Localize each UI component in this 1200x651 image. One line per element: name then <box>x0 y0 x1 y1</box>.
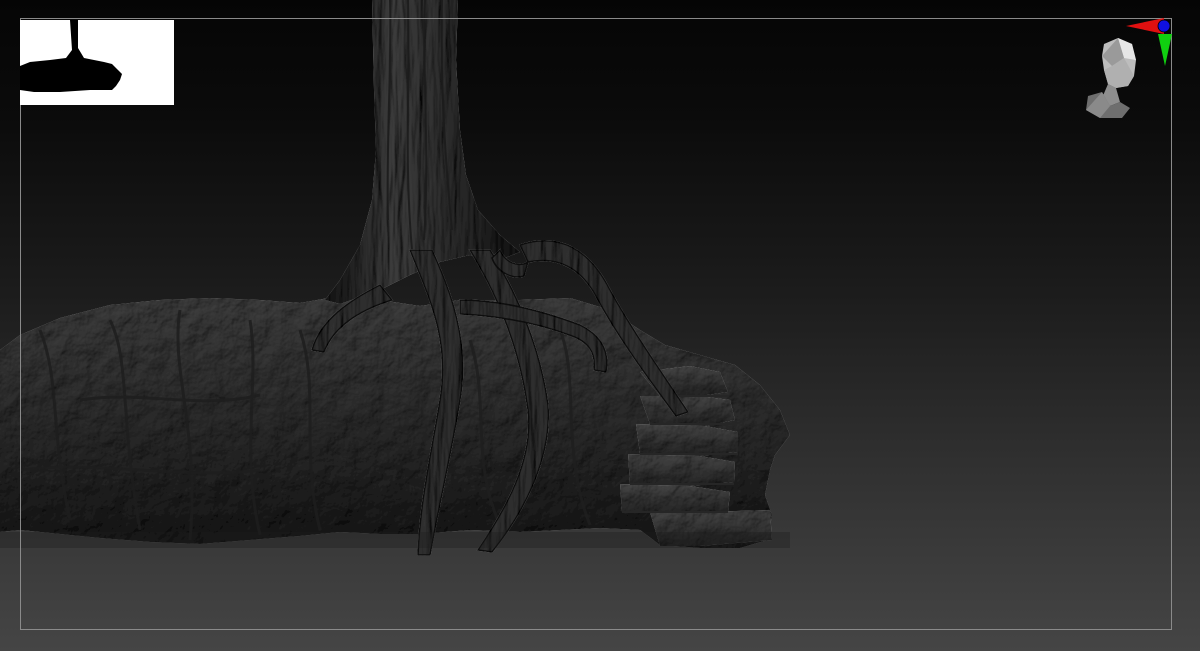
z-axis-dot[interactable] <box>1157 19 1171 33</box>
y-axis-arrow[interactable] <box>1158 34 1172 66</box>
ground-shadow <box>0 532 790 548</box>
3d-viewport[interactable] <box>0 0 1200 651</box>
head-navigation-icon[interactable] <box>1082 36 1142 122</box>
silhouette-thumbnail[interactable] <box>20 20 174 105</box>
sculpted-tree-root-rock-model[interactable] <box>0 0 1200 651</box>
